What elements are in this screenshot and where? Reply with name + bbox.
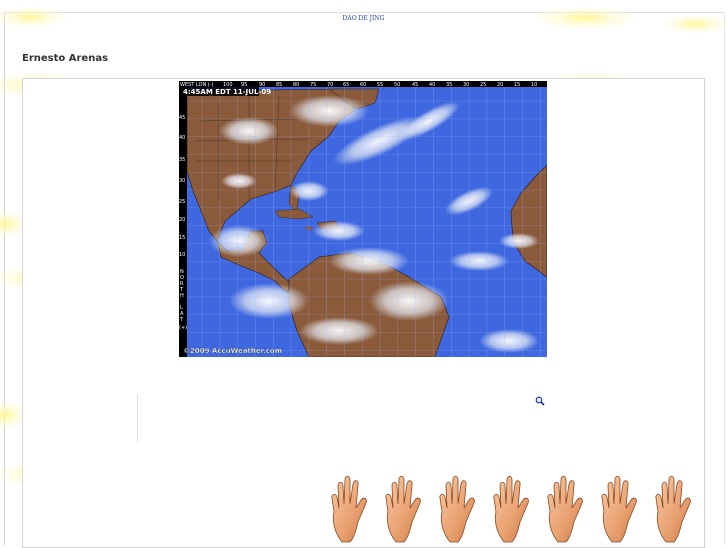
waving-hand-icon — [331, 475, 367, 543]
lon-tick: 15 — [514, 82, 520, 88]
waving-hands-decoration — [331, 475, 691, 543]
lon-tick: 25 — [480, 82, 486, 88]
lat-tick: 20 — [179, 217, 185, 223]
lon-tick: 20 — [497, 82, 503, 88]
waving-hand-icon — [655, 475, 691, 543]
lat-tick: 40 — [179, 135, 185, 141]
column-divider — [137, 394, 138, 442]
svg-text:H: H — [180, 293, 184, 299]
lon-tick: 80 — [293, 82, 299, 88]
lon-tick: 40 — [429, 82, 435, 88]
lat-tick: 35 — [179, 157, 185, 163]
lon-tick: 70 — [327, 82, 333, 88]
lon-tick: 65 — [343, 82, 349, 88]
waving-hand-icon — [439, 475, 475, 543]
lat-tick: 45 — [179, 115, 185, 121]
lon-tick: 45 — [412, 82, 418, 88]
blog-title: Ernesto Arenas — [22, 53, 109, 64]
lat-lon-grid — [179, 81, 547, 357]
lon-tick: 55 — [377, 82, 383, 88]
lon-tick: 75 — [310, 82, 316, 88]
waving-hand-icon — [601, 475, 637, 543]
lat-tick: 10 — [179, 252, 185, 258]
lon-tick: 85 — [276, 82, 282, 88]
magnifier-icon[interactable] — [535, 396, 545, 406]
svg-text:(+): (+) — [179, 325, 187, 331]
lat-tick: 30 — [179, 178, 185, 184]
waving-hand-icon — [547, 475, 583, 543]
lon-tick: 10 — [531, 82, 537, 88]
lon-tick: 60 — [360, 82, 366, 88]
waving-hand-icon — [493, 475, 529, 543]
waving-hand-icon — [385, 475, 421, 543]
map-timestamp: 4:45AM EDT 11-JUL-09 — [183, 88, 271, 96]
lat-tick: 15 — [179, 235, 185, 241]
lon-tick: 50 — [394, 82, 400, 88]
map-copyright: ©2009 AccuWeather.com — [183, 347, 282, 355]
lon-tick: 35 — [446, 82, 452, 88]
lat-tick: 25 — [179, 199, 185, 205]
lon-tick: 30 — [463, 82, 469, 88]
satellite-weather-map: WEST LON (-) 100 95 90 85 80 75 70 65 60… — [179, 81, 547, 357]
dao-de-jing-link[interactable]: DAO DE JING — [0, 15, 727, 22]
